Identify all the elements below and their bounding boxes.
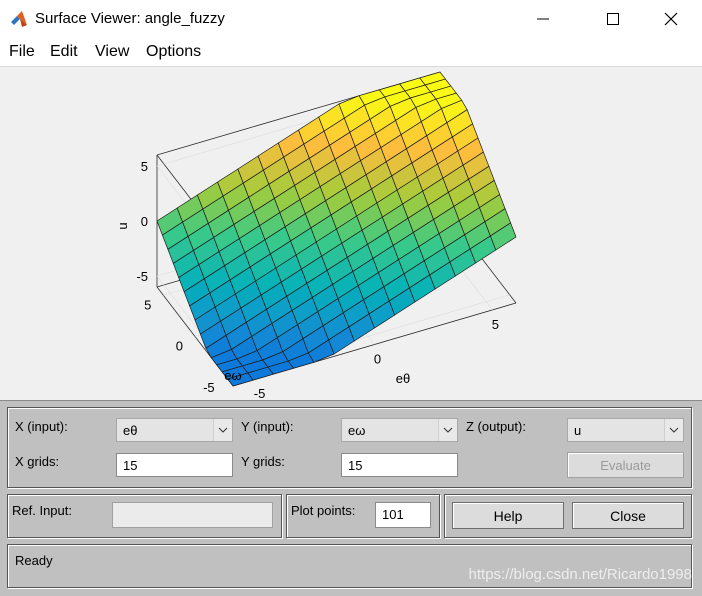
menu-view[interactable]: View: [95, 43, 129, 61]
menu-file[interactable]: File: [9, 43, 35, 61]
plot-points-value: 101: [382, 507, 404, 522]
evaluate-button[interactable]: Evaluate: [567, 452, 684, 478]
ref-input-label: Ref. Input:: [12, 503, 72, 518]
ref-input-field[interactable]: [112, 502, 273, 528]
z-tick-label: 5: [141, 159, 148, 174]
z-output-label: Z (output):: [466, 419, 526, 434]
chevron-down-icon: [664, 419, 683, 441]
help-button[interactable]: Help: [452, 502, 564, 529]
minimize-button[interactable]: [520, 0, 566, 38]
x-grids-field[interactable]: 15: [116, 453, 233, 477]
y-input-dropdown[interactable]: eω: [341, 418, 458, 442]
x-tick-label: 5: [492, 317, 499, 332]
x-tick-label: 0: [374, 352, 381, 367]
y-tick-label: 0: [176, 339, 183, 354]
plot-points-field[interactable]: 101: [375, 502, 431, 528]
y-input-value: eω: [348, 423, 366, 438]
y-grids-value: 15: [348, 458, 363, 473]
y-tick-label: 5: [144, 297, 151, 312]
surface-mesh: [156, 71, 517, 387]
x-tick-label: -5: [254, 386, 266, 400]
close-button[interactable]: Close: [572, 502, 684, 529]
z-output-value: u: [574, 423, 582, 438]
menu-options[interactable]: Options: [146, 43, 201, 61]
menu-bar: File Edit View Options: [0, 38, 702, 67]
plot-points-label: Plot points:: [291, 503, 356, 518]
x-input-value: eθ: [123, 423, 138, 438]
z-output-dropdown[interactable]: u: [567, 418, 684, 442]
status-text: Ready: [15, 553, 53, 568]
maximize-icon: [607, 13, 619, 25]
y-grids-field[interactable]: 15: [341, 453, 458, 477]
minimize-icon: [537, 18, 549, 20]
maximize-button[interactable]: [590, 0, 636, 38]
x-input-dropdown[interactable]: eθ: [116, 418, 233, 442]
matlab-icon: [11, 11, 27, 27]
surface-plot[interactable]: 5 0 -5 -5 0 5 5 0 -5 u eθ eω: [0, 67, 702, 400]
y-axis-label: eω: [224, 368, 241, 383]
chevron-down-icon: [438, 419, 457, 441]
x-grids-value: 15: [123, 458, 138, 473]
close-window-button[interactable]: [648, 0, 694, 38]
close-icon: [664, 12, 678, 26]
y-tick-label: -5: [203, 380, 215, 395]
watermark: https://blog.csdn.net/Ricardo1998: [468, 566, 692, 583]
y-input-label: Y (input):: [241, 419, 294, 434]
plot-area[interactable]: 5 0 -5 -5 0 5 5 0 -5 u eθ eω: [0, 67, 702, 400]
x-axis-label: eθ: [396, 371, 410, 386]
menu-edit[interactable]: Edit: [50, 43, 78, 61]
x-input-label: X (input):: [15, 419, 68, 434]
z-axis-label: u: [115, 222, 130, 229]
window-title: Surface Viewer: angle_fuzzy: [35, 10, 225, 27]
y-grids-label: Y grids:: [241, 454, 285, 469]
z-tick-label: -5: [136, 269, 148, 284]
title-bar: Surface Viewer: angle_fuzzy: [0, 0, 702, 38]
chevron-down-icon: [213, 419, 232, 441]
z-tick-label: 0: [141, 214, 148, 229]
x-grids-label: X grids:: [15, 454, 60, 469]
